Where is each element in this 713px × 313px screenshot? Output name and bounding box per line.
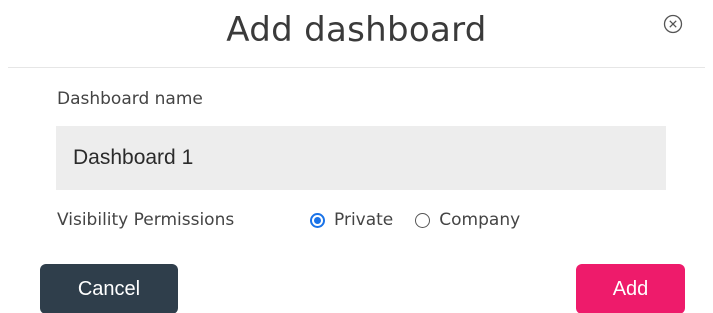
private-radio[interactable] [310, 212, 325, 228]
dashboard-name-input[interactable] [56, 126, 666, 190]
dashboard-name-label: Dashboard name [57, 89, 203, 109]
dialog-title: Add dashboard [226, 10, 487, 50]
visibility-permissions-row: Visibility Permissions Private Company [57, 206, 542, 234]
visibility-option-private[interactable]: Private [310, 210, 393, 230]
private-radio-label: Private [334, 210, 394, 230]
cancel-button[interactable]: Cancel [40, 264, 178, 313]
close-icon[interactable] [663, 14, 683, 34]
visibility-option-company[interactable]: Company [415, 210, 520, 230]
add-dashboard-dialog: Add dashboard Dashboard name Visibility … [0, 0, 713, 313]
company-radio-label: Company [439, 210, 521, 230]
add-button[interactable]: Add [576, 264, 685, 313]
visibility-permissions-label: Visibility Permissions [57, 210, 235, 230]
header-divider [8, 67, 705, 68]
company-radio[interactable] [415, 212, 431, 228]
